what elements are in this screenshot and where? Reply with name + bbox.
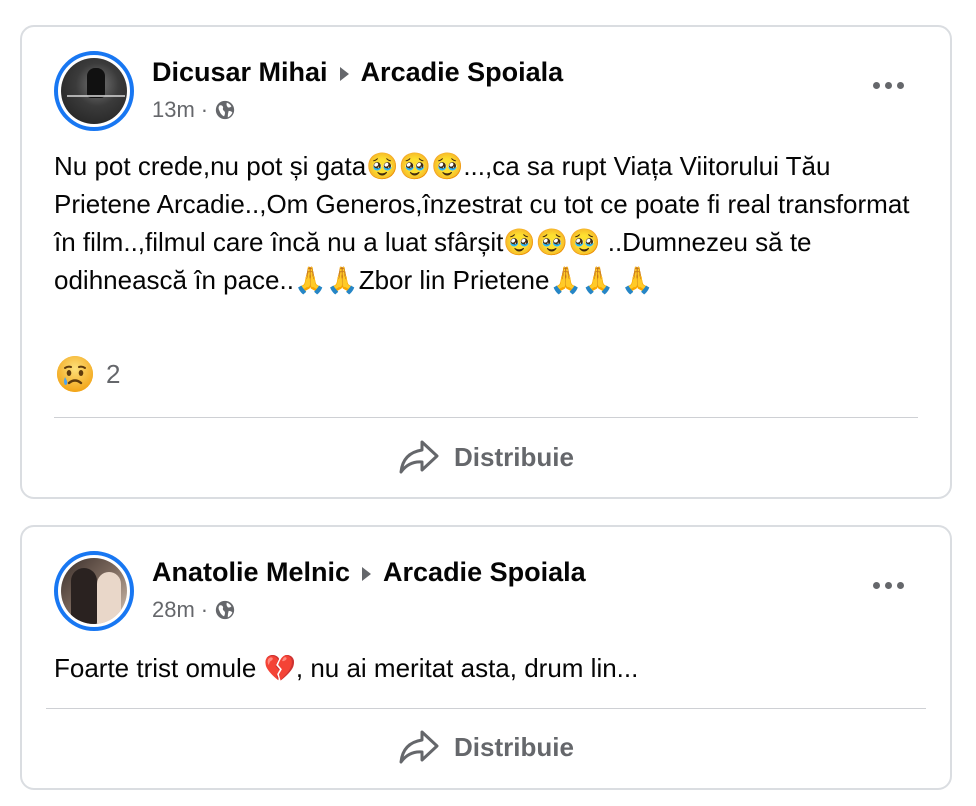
share-button[interactable]: Distribuie	[22, 439, 950, 475]
share-arrow-icon	[399, 440, 439, 474]
post-meta: 13m ·	[152, 97, 236, 123]
avatar-image	[61, 558, 127, 624]
reactions-summary[interactable]: 2	[56, 355, 120, 393]
post-header: Dicusar Mihai Arcadie Spoiala	[152, 57, 563, 88]
more-options-button[interactable]	[873, 82, 904, 89]
caret-right-icon	[362, 566, 372, 581]
post-meta: 28m ·	[152, 597, 236, 623]
author-name[interactable]: Dicusar Mihai	[152, 57, 328, 88]
post-card: Anatolie Melnic Arcadie Spoiala 28m · Fo…	[20, 525, 952, 790]
avatar-image	[61, 58, 127, 124]
globe-icon[interactable]	[214, 99, 236, 121]
post-text: Nu pot crede,nu pot și gata🥹🥹🥹...,ca sa …	[54, 151, 910, 295]
meta-separator: ·	[200, 97, 209, 122]
more-options-button[interactable]	[873, 582, 904, 589]
divider	[54, 417, 918, 418]
share-label: Distribuie	[454, 441, 574, 472]
caret-right-icon	[339, 66, 349, 81]
target-name[interactable]: Arcadie Spoiala	[361, 57, 564, 88]
post-timestamp[interactable]: 13m	[152, 97, 195, 123]
author-name[interactable]: Anatolie Melnic	[152, 557, 350, 588]
sad-reaction-icon	[57, 356, 93, 392]
post-header: Anatolie Melnic Arcadie Spoiala	[152, 557, 586, 588]
author-avatar[interactable]	[54, 51, 134, 131]
more-options-icon	[873, 82, 880, 89]
more-options-icon	[873, 582, 880, 589]
post-timestamp[interactable]: 28m	[152, 597, 195, 623]
author-avatar[interactable]	[54, 551, 134, 631]
globe-icon[interactable]	[214, 599, 236, 621]
share-label: Distribuie	[454, 731, 574, 762]
post-card: Dicusar Mihai Arcadie Spoiala 13m · Nu p…	[20, 25, 952, 499]
target-name[interactable]: Arcadie Spoiala	[383, 557, 586, 588]
divider	[46, 708, 926, 709]
share-arrow-icon	[399, 730, 439, 764]
share-button[interactable]: Distribuie	[22, 729, 950, 765]
post-text: Foarte trist omule 💔, nu ai meritat asta…	[54, 653, 639, 683]
meta-separator: ·	[200, 597, 209, 622]
reaction-count: 2	[106, 358, 121, 389]
